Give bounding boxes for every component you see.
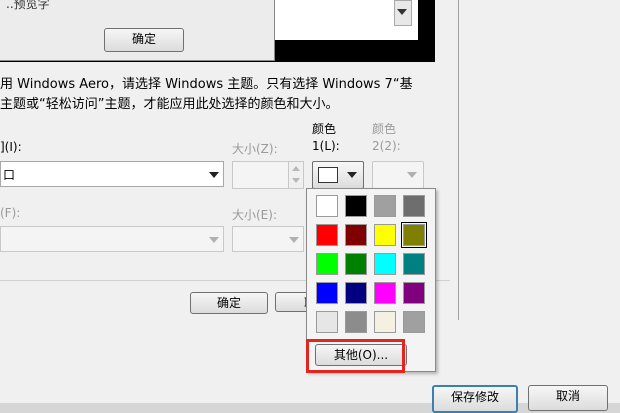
annotation-highlight-box — [306, 339, 405, 373]
chevron-down-icon — [289, 237, 299, 243]
item-label: ](I): — [0, 140, 22, 154]
font-select[interactable] — [0, 226, 224, 252]
color-swatch[interactable] — [345, 282, 367, 304]
chevron-down-icon — [209, 237, 219, 243]
color-swatch[interactable] — [345, 195, 367, 217]
window-background — [459, 0, 620, 320]
preview-confirm-button[interactable]: 确定 — [104, 28, 184, 52]
scroll-down-icon[interactable] — [397, 9, 407, 15]
size2-label: 大小(E): — [232, 208, 277, 222]
preview-message-box: ..预览字 确定 — [0, 0, 275, 61]
color-swatch[interactable] — [374, 253, 396, 275]
spin-up-icon[interactable] — [292, 166, 300, 171]
color-swatch[interactable] — [345, 224, 367, 246]
save-changes-button[interactable]: 保存修改 — [432, 385, 518, 413]
item-select[interactable]: 口 — [0, 161, 224, 187]
color-swatch[interactable] — [403, 311, 425, 333]
chevron-down-icon — [209, 172, 219, 178]
color-swatch[interactable] — [374, 282, 396, 304]
font-label: (F): — [0, 206, 21, 220]
color-swatch[interactable] — [316, 282, 338, 304]
color1-label-bottom: 1(L): — [312, 139, 340, 153]
color-swatch[interactable] — [374, 311, 396, 333]
info-text-line1: 用 Windows Aero，请选择 Windows 主题。只有选择 Windo… — [0, 77, 413, 92]
color2-label-bottom: 2(2): — [372, 139, 401, 153]
item-select-value: 口 — [3, 168, 16, 182]
color1-button[interactable] — [312, 161, 364, 189]
ok-button[interactable]: 确定 — [190, 292, 268, 314]
color-swatch[interactable] — [374, 224, 396, 246]
color1-swatch — [318, 167, 338, 183]
color-swatch[interactable] — [401, 222, 427, 248]
color-swatch[interactable] — [403, 253, 425, 275]
size1-label: 大小(Z): — [232, 142, 278, 156]
color-swatch[interactable] — [316, 195, 338, 217]
color-swatch[interactable] — [345, 253, 367, 275]
color-swatch[interactable] — [345, 311, 367, 333]
size1-spinner[interactable] — [232, 161, 304, 189]
color-swatch[interactable] — [316, 311, 338, 333]
color-swatch[interactable] — [374, 195, 396, 217]
cancel-footer-button[interactable]: 取消 — [528, 385, 608, 411]
spinner-buttons[interactable] — [288, 162, 303, 188]
color-swatch[interactable] — [316, 253, 338, 275]
color2-label-top: 颜色 — [372, 122, 397, 136]
size2-select[interactable] — [232, 226, 304, 252]
chevron-down-icon — [347, 172, 357, 178]
spin-down-icon[interactable] — [292, 178, 300, 183]
color-swatch[interactable] — [316, 224, 338, 246]
chevron-down-icon — [407, 172, 417, 178]
color2-button[interactable] — [372, 161, 424, 189]
info-text-line2: 主题或“轻松访问”主题，才能应用此处选择的颜色和大小。 — [0, 97, 339, 112]
color1-label-top: 颜色 — [312, 122, 337, 136]
message-box-title: ..预览字 — [6, 0, 50, 11]
color-swatch[interactable] — [403, 195, 425, 217]
color-swatch[interactable] — [403, 282, 425, 304]
